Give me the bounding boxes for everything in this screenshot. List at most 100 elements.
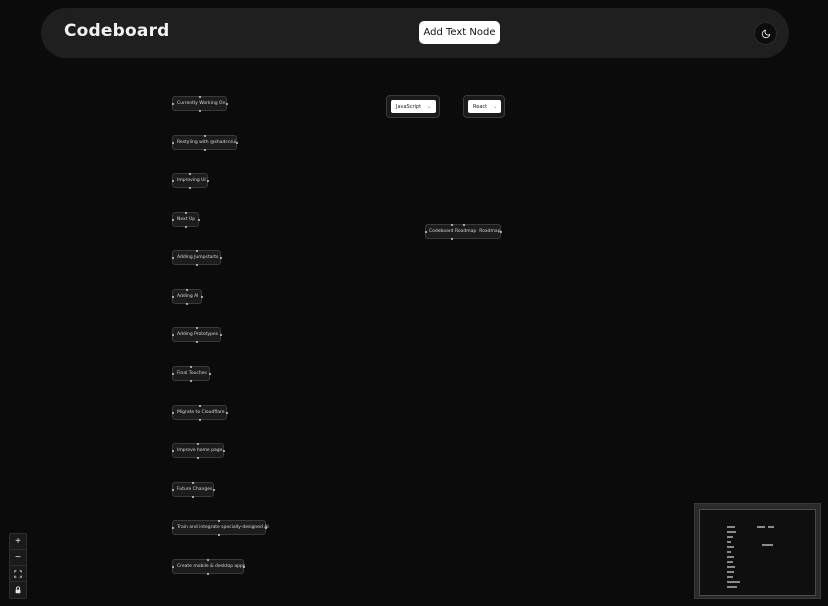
minimap-node	[727, 576, 733, 578]
node-handle[interactable]	[171, 334, 174, 336]
flow-node-create-apps[interactable]: Create mobile & desktop apps	[171, 558, 246, 575]
node-handle[interactable]	[186, 302, 188, 305]
node-handle[interactable]	[212, 489, 215, 491]
node-handle[interactable]	[198, 404, 201, 407]
flow-node-future-changes[interactable]: Future Changes	[171, 481, 215, 498]
node-handle[interactable]	[184, 211, 187, 214]
node-handle[interactable]	[190, 379, 192, 382]
moon-icon	[761, 29, 770, 38]
zoom-in-button[interactable]: +	[10, 534, 26, 550]
node-handle[interactable]	[171, 566, 174, 568]
node-handle[interactable]	[499, 231, 502, 233]
language-select[interactable]: JavaScript ⌄	[391, 100, 436, 113]
node-handle[interactable]	[203, 134, 206, 137]
node-handle[interactable]	[192, 481, 194, 484]
node-handle[interactable]	[218, 519, 220, 522]
node-handle[interactable]	[195, 340, 198, 343]
node-handle[interactable]	[219, 257, 222, 259]
framework-select[interactable]: React ⌄	[468, 100, 501, 113]
node-handle[interactable]	[171, 219, 174, 221]
minimap-node	[757, 526, 765, 528]
node-handle[interactable]	[198, 95, 201, 98]
node-handle[interactable]	[197, 442, 199, 445]
node-handle[interactable]	[264, 527, 267, 529]
node-handle[interactable]	[203, 148, 206, 151]
node-handle[interactable]	[451, 237, 453, 240]
node-handle[interactable]	[171, 373, 174, 375]
node-handle[interactable]	[190, 365, 192, 368]
node-handle[interactable]	[218, 533, 220, 536]
node-handle[interactable]	[198, 109, 201, 112]
flow-node-codeboard-roadmap[interactable]: Codeboard Roadmap Roadmap	[424, 223, 502, 240]
flow-node-adding-prototypes[interactable]: Adding Prototypes	[171, 326, 222, 343]
node-handle[interactable]	[208, 373, 211, 375]
node-handle[interactable]	[171, 180, 174, 182]
node-handle[interactable]	[200, 296, 203, 298]
minimap-node	[762, 544, 773, 546]
node-handle[interactable]	[222, 450, 225, 452]
minimap[interactable]	[694, 503, 821, 599]
flow-node-improving-ui[interactable]: Improving UI	[171, 172, 209, 189]
node-handle[interactable]	[186, 288, 188, 291]
node-handle[interactable]	[171, 142, 174, 144]
node-handle[interactable]	[198, 418, 201, 421]
flow-node-final-touches[interactable]: Final Touches	[171, 365, 211, 382]
node-handle[interactable]	[242, 566, 245, 568]
flow-node-adding-ai[interactable]: Adding AI	[171, 288, 203, 305]
node-handle[interactable]	[463, 223, 465, 226]
node-handle[interactable]	[171, 527, 174, 529]
flow-node-currently-working-on[interactable]: Currently Working On	[171, 95, 228, 112]
canvas-controls: + −	[9, 533, 27, 599]
flow-node-restyling[interactable]: Restyling with @shadcn/ui	[171, 134, 238, 151]
node-handle[interactable]	[184, 225, 187, 228]
node-label: Migrate to Cloudflare	[177, 410, 225, 415]
node-handle[interactable]	[171, 489, 174, 491]
framework-select-node[interactable]: React ⌄	[463, 95, 505, 118]
node-handle[interactable]	[207, 558, 209, 561]
node-handle[interactable]	[207, 572, 209, 575]
node-handle[interactable]	[189, 172, 191, 175]
theme-toggle-button[interactable]	[754, 22, 777, 45]
node-label: Create mobile & desktop apps	[177, 564, 246, 569]
flow-node-train-ai[interactable]: Train and integrate specially-designed A…	[171, 519, 269, 536]
node-handle[interactable]	[171, 296, 174, 298]
node-handle[interactable]	[171, 450, 174, 452]
minimap-viewport[interactable]	[699, 509, 816, 596]
flow-node-migrate-cloudflare[interactable]: Migrate to Cloudflare	[171, 404, 228, 421]
flow-node-adding-jumpstarts[interactable]: Adding Jumpstarts	[171, 249, 222, 266]
node-handle[interactable]	[195, 249, 198, 252]
node-handle[interactable]	[171, 103, 174, 105]
node-handle[interactable]	[197, 219, 200, 221]
node-label: Adding Prototypes	[177, 332, 219, 337]
node-handle[interactable]	[171, 257, 174, 259]
app-brand: Codeboard	[64, 21, 170, 41]
minimap-node	[727, 541, 731, 543]
add-text-node-button[interactable]: Add Text Node	[419, 21, 500, 44]
node-label: Currently Working On	[177, 101, 226, 106]
fit-view-icon	[14, 569, 22, 578]
node-handle[interactable]	[235, 142, 238, 144]
node-handle[interactable]	[206, 180, 209, 182]
node-handle[interactable]	[195, 326, 198, 329]
flow-node-next-up[interactable]: Next Up	[171, 211, 200, 228]
flow-node-improve-home-page[interactable]: Improve home page	[171, 442, 225, 459]
node-handle[interactable]	[219, 334, 222, 336]
node-handle[interactable]	[192, 495, 194, 498]
node-handle[interactable]	[197, 456, 199, 459]
lock-button[interactable]	[10, 582, 26, 598]
minimap-node	[727, 566, 735, 568]
node-handle[interactable]	[424, 231, 427, 233]
node-handle[interactable]	[189, 186, 191, 189]
node-handle[interactable]	[171, 412, 174, 414]
node-handle[interactable]	[225, 412, 228, 414]
node-label: Codeboard Roadmap	[429, 229, 477, 234]
zoom-out-button[interactable]: −	[10, 550, 26, 566]
node-handle[interactable]	[225, 103, 228, 105]
language-select-node[interactable]: JavaScript ⌄	[386, 95, 440, 118]
lock-icon	[15, 586, 21, 594]
node-label: Future Changes	[177, 487, 213, 492]
node-label: Next Up	[177, 217, 196, 222]
fit-view-button[interactable]	[10, 566, 26, 582]
node-handle[interactable]	[451, 223, 453, 226]
node-handle[interactable]	[195, 263, 198, 266]
